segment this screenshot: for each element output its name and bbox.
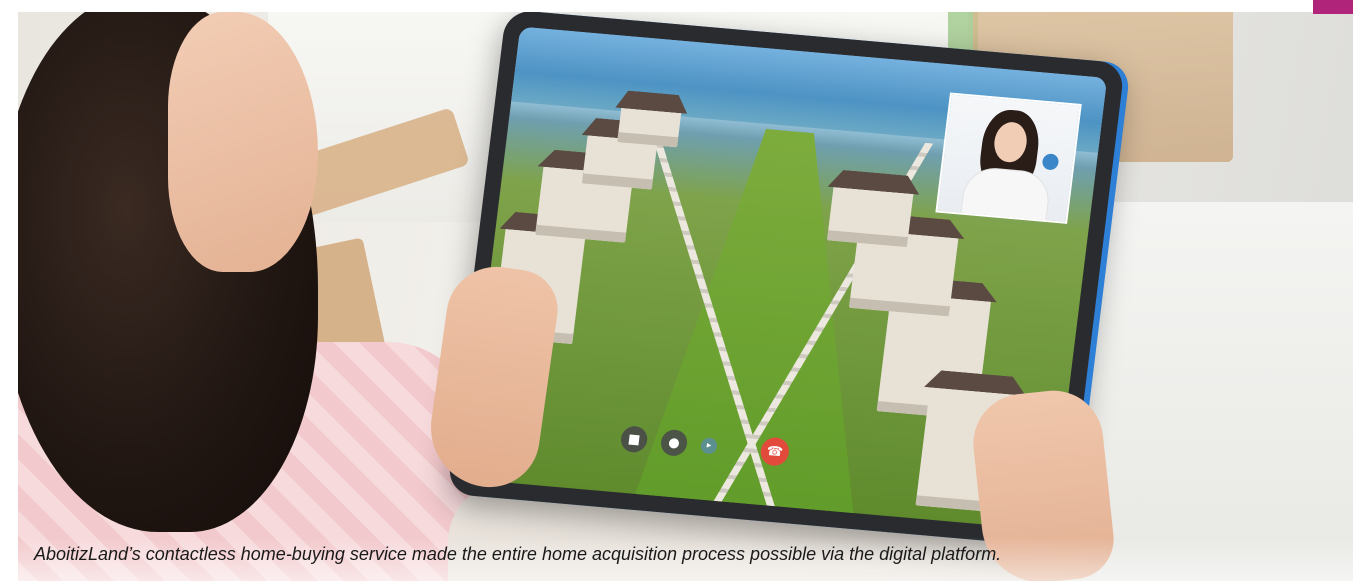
house [827,185,914,248]
camera-icon[interactable]: ■ [619,425,649,454]
end-call-icon[interactable]: ☎ [759,436,791,467]
globe-icon [1041,153,1060,171]
caller-body [959,166,1052,224]
corner-accent-tab [1313,0,1353,14]
caller-video-thumbnail [935,92,1082,224]
photo-caption: AboitizLand’s contactless home-buying se… [34,544,1002,564]
house [617,106,682,148]
volume-icon[interactable]: ▸ [700,437,718,455]
photo: ■ ● ▸ ☎ [18,12,1353,581]
microphone-icon[interactable]: ● [659,428,689,457]
